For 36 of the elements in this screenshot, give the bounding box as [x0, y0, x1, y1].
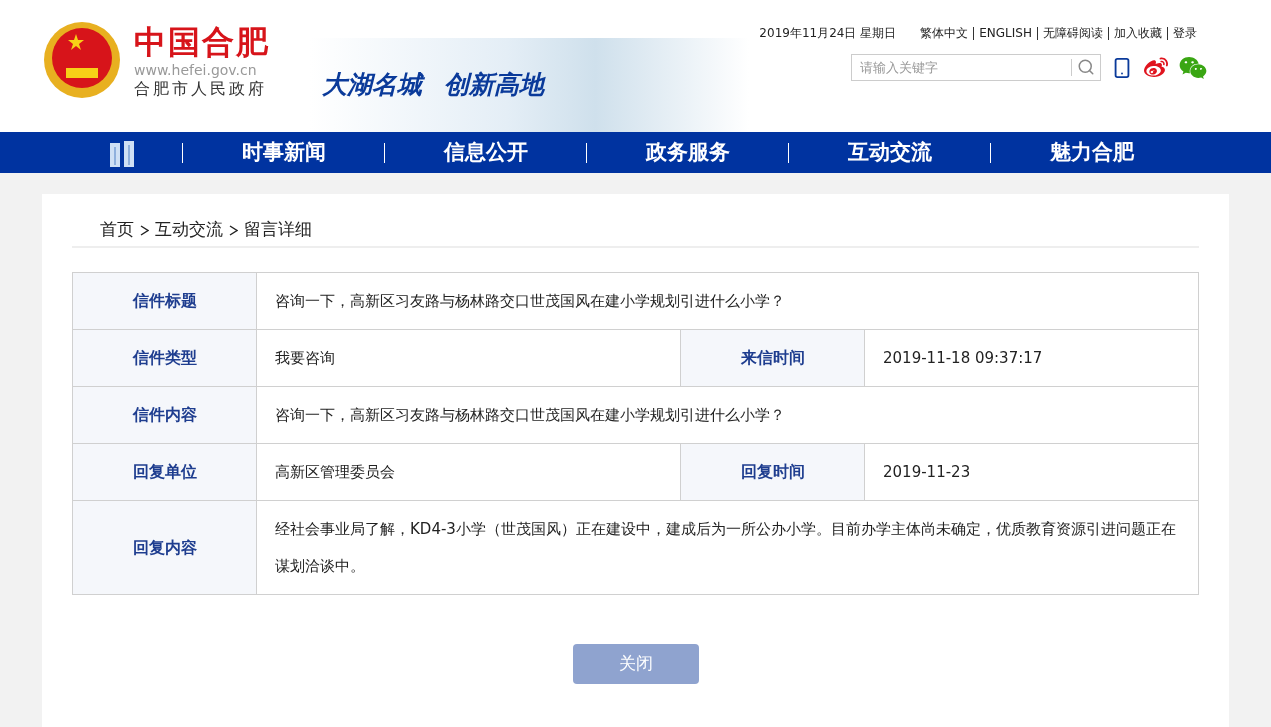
breadcrumb-link[interactable]: 互动交流: [155, 217, 223, 243]
wechat-icon[interactable]: [1179, 54, 1207, 81]
field-value: 2019-11-23: [882, 461, 972, 483]
field-value: 2019-11-18 09:37:17: [882, 347, 1044, 369]
header-link[interactable]: ENGLISH: [979, 24, 1032, 42]
organization-name: 合肥市人民政府: [134, 79, 268, 99]
site-logo-title: 中国合肥: [134, 23, 270, 61]
nav-item[interactable]: 信息公开: [385, 136, 586, 169]
slogan-text: 创新高地: [444, 69, 544, 102]
field-label: 信件类型: [73, 330, 257, 386]
breadcrumb-link[interactable]: 首页: [100, 217, 134, 243]
breadcrumb-link[interactable]: 留言详细: [244, 217, 312, 243]
site-url: www.hefei.gov.cn: [134, 61, 258, 79]
date-text: 2019年11月24日 星期日: [759, 25, 897, 42]
header-link[interactable]: 无障碍阅读: [1043, 24, 1103, 42]
chevron-icon: [229, 224, 238, 236]
search-icon[interactable]: [1077, 58, 1095, 76]
field-value: 经社会事业局了解，KD4-3小学（世茂国风）正在建设中，建成后为一所公办小学。目前办学主体尚未确定，优质教育资源引进问题正在谋划洽谈中。: [274, 518, 1177, 577]
field-value: 咨询一下，高新区习友路与杨林路交口世茂国风在建小学规划引进什么小学？: [274, 290, 786, 312]
nav-item[interactable]: 政务服务: [587, 136, 788, 169]
field-label: 来信时间: [681, 330, 865, 386]
header-link[interactable]: 登录: [1173, 24, 1197, 42]
field-label: 信件标题: [73, 273, 257, 329]
field-value: 咨询一下，高新区习友路与杨林路交口世茂国风在建小学规划引进什么小学？: [274, 404, 786, 426]
weibo-icon[interactable]: [1143, 55, 1169, 80]
field-label: 信件内容: [73, 387, 257, 443]
chevron-icon: [140, 224, 149, 236]
header-link[interactable]: 繁体中文: [920, 24, 969, 42]
field-label: 回复时间: [681, 444, 865, 500]
field-label: 回复单位: [73, 444, 257, 500]
nav-item[interactable]: 魅力合肥: [991, 136, 1192, 169]
nav-item[interactable]: 互动交流: [789, 136, 990, 169]
header-link[interactable]: 加入收藏: [1114, 24, 1162, 42]
search-field[interactable]: 请输入关键字: [851, 54, 1101, 81]
field-label: 回复内容: [73, 501, 257, 594]
nav-item[interactable]: 时事新闻: [183, 136, 384, 169]
